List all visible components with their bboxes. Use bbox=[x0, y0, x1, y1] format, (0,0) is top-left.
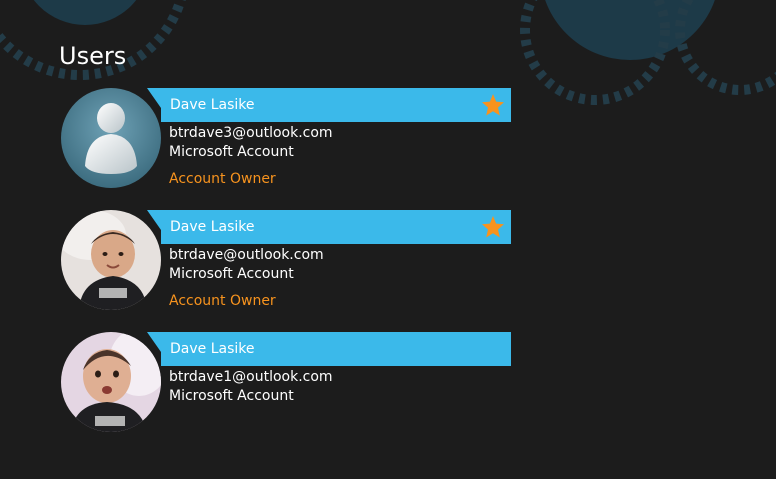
user-name: Dave Lasike bbox=[170, 219, 255, 235]
user-email: btrdave3@outlook.com bbox=[169, 125, 333, 141]
user-card[interactable]: Dave Lasike btrdave@outlook.com Microsof… bbox=[61, 210, 511, 310]
account-owner-label: Account Owner bbox=[169, 171, 276, 187]
user-card[interactable]: Dave Lasike btrdave1@outlook.com Microso… bbox=[61, 332, 511, 432]
star-icon bbox=[482, 216, 504, 238]
page-title: Users bbox=[59, 42, 127, 70]
baby-photo-avatar bbox=[61, 332, 161, 432]
account-owner-label: Account Owner bbox=[169, 293, 276, 309]
default-user-avatar bbox=[61, 88, 161, 188]
user-name: Dave Lasike bbox=[170, 97, 255, 113]
star-icon bbox=[482, 94, 504, 116]
account-type: Microsoft Account bbox=[169, 388, 294, 404]
user-email: btrdave1@outlook.com bbox=[169, 369, 333, 385]
baby-photo-avatar bbox=[61, 210, 161, 310]
account-type: Microsoft Account bbox=[169, 144, 294, 160]
user-card[interactable]: Dave Lasike btrdave3@outlook.com Microso… bbox=[61, 88, 511, 188]
user-email: btrdave@outlook.com bbox=[169, 247, 324, 263]
account-type: Microsoft Account bbox=[169, 266, 294, 282]
user-name: Dave Lasike bbox=[170, 341, 255, 357]
